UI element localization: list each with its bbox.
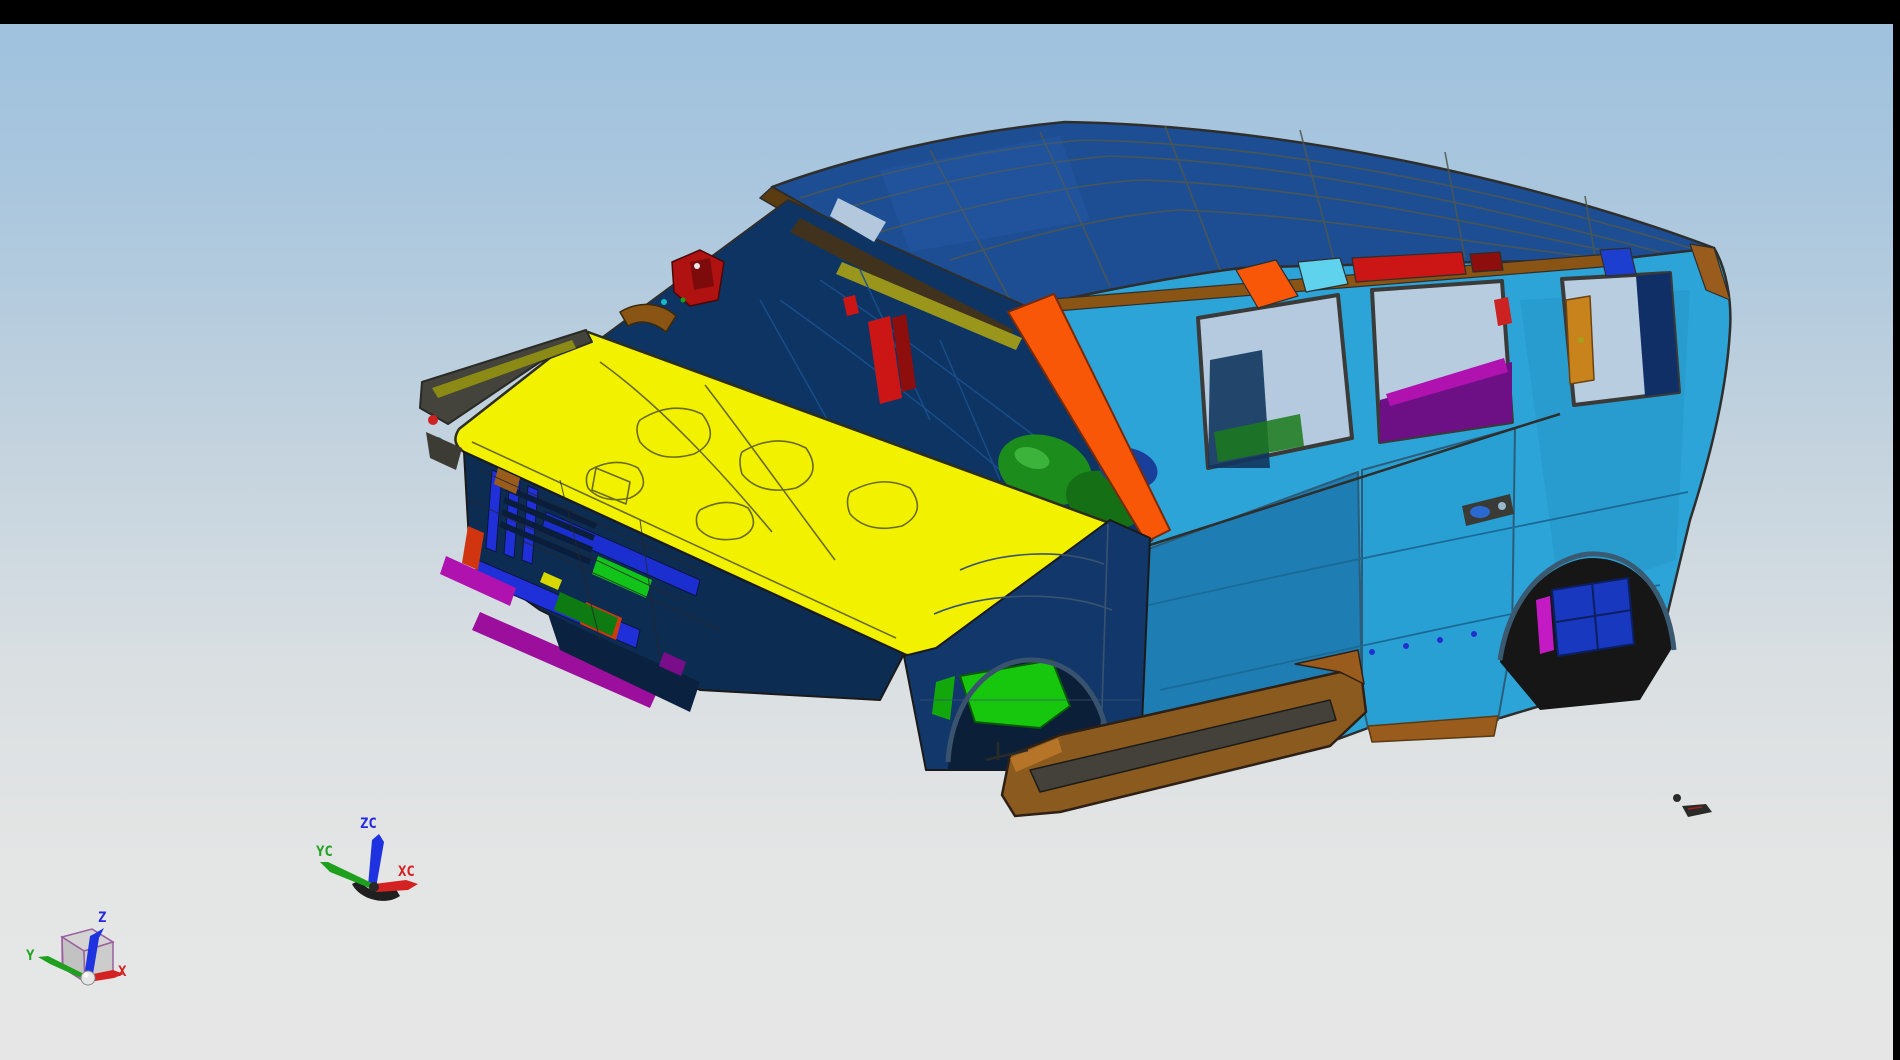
view-triad[interactable]: Z Y X bbox=[26, 910, 127, 985]
rear-door-panel[interactable] bbox=[1362, 428, 1515, 728]
cad-graphics-viewport[interactable]: ZC YC XC Z Y X bbox=[0, 0, 1900, 1060]
wcs-origin[interactable] bbox=[369, 882, 379, 892]
debris bbox=[1673, 794, 1712, 817]
right-letterbox-bar bbox=[1893, 0, 1900, 1060]
wcs-z-label: ZC bbox=[360, 816, 377, 832]
wcs-y-label: YC bbox=[316, 844, 333, 860]
view-x-label: X bbox=[118, 964, 127, 980]
sphere-highlight bbox=[84, 973, 89, 978]
view-y-label: Y bbox=[26, 948, 35, 964]
car-model bbox=[420, 122, 1730, 817]
wcs-x-label: XC bbox=[398, 864, 415, 880]
wcs-triad[interactable]: ZC YC XC bbox=[316, 816, 418, 901]
wcs-y-axis[interactable] bbox=[320, 862, 377, 891]
top-letterbox-bar bbox=[0, 0, 1900, 24]
view-z-label: Z bbox=[98, 910, 106, 926]
wcs-z-axis[interactable] bbox=[368, 834, 384, 888]
wcs-x-axis[interactable] bbox=[374, 880, 418, 892]
view-origin-sphere[interactable] bbox=[81, 971, 95, 985]
model-canvas: ZC YC XC Z Y X bbox=[0, 0, 1900, 1060]
